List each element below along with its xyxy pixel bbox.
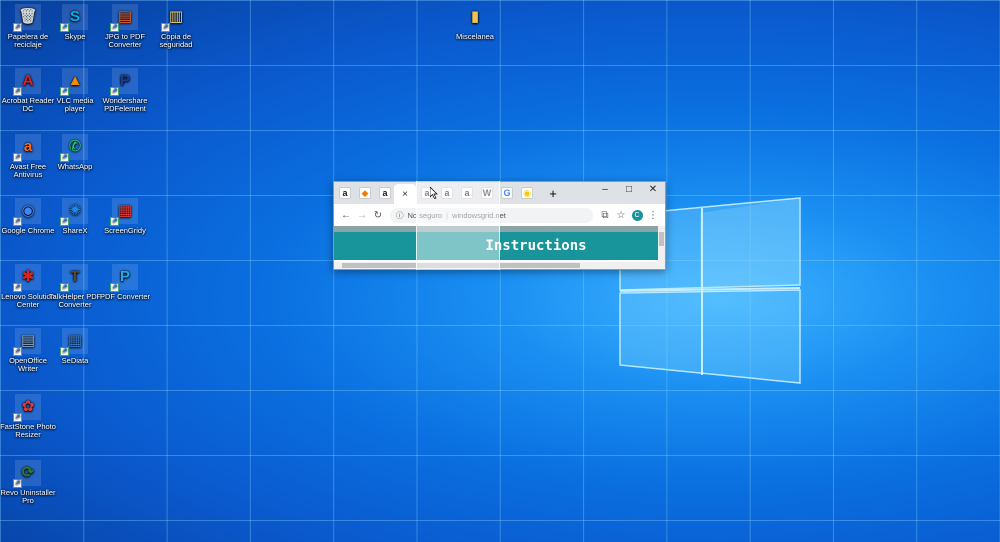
talkhelper-icon: T ↗ xyxy=(60,264,88,292)
screengridy-icon: ▦ ↗ xyxy=(110,198,138,226)
amazon-icon: a xyxy=(339,187,351,199)
shortcut-arrow-icon: ↗ xyxy=(13,413,22,422)
whatsapp-icon: ✆ ↗ xyxy=(60,134,88,162)
avast-icon: a ↗ xyxy=(13,134,41,162)
desktop-shortcut[interactable]: ✺ ↗ ShareX xyxy=(47,198,103,235)
desktop-shortcut-label: JPG to PDF Converter xyxy=(104,32,145,49)
desktop-shortcut-label: TalkHelper PDF Converter xyxy=(48,292,102,309)
openoffice-writer-icon: ▤ ↗ xyxy=(13,328,41,356)
desktop-shortcut[interactable]: P ↗ PDF Converter xyxy=(97,264,153,301)
desktop-shortcut-label: PDF Converter xyxy=(99,292,150,301)
pdf-converter-icon: P ↗ xyxy=(110,264,138,292)
jpg-to-pdf-icon: ▤ ↗ xyxy=(110,4,138,32)
shortcut-arrow-icon: ↗ xyxy=(60,347,69,356)
desktop-shortcut[interactable]: ▦ ↗ ScreenGridy xyxy=(97,198,153,235)
desktop-shortcut-label: FastStone Photo Resizer xyxy=(0,422,56,439)
shortcut-arrow-icon: ↗ xyxy=(13,347,22,356)
browser-tab[interactable]: ◉ xyxy=(518,184,536,202)
menu-kebab-icon[interactable]: ⋮ xyxy=(645,210,661,221)
window-controls: – □ ✕ xyxy=(593,182,665,204)
active-tab-close-button[interactable]: × xyxy=(394,184,416,204)
desktop-shortcut-label: Copia de seguridad xyxy=(159,32,193,49)
reload-icon[interactable]: ↻ xyxy=(370,210,386,221)
pdfelement-icon: P ↗ xyxy=(110,68,138,96)
backup-folder-icon: ▥ ↗ xyxy=(161,8,184,32)
bookmark-star-icon[interactable]: ☆ xyxy=(613,210,629,221)
desktop-shortcut[interactable]: T ↗ TalkHelper PDF Converter xyxy=(47,264,103,309)
browser-tab[interactable]: G xyxy=(498,184,516,202)
shortcut-arrow-icon: ↗ xyxy=(60,283,69,292)
desktop-shortcut-label: Revo Uninstaller Pro xyxy=(0,488,56,505)
info-icon: ⓘ xyxy=(396,210,404,220)
desktop-shortcut-label: WhatsApp xyxy=(57,162,93,171)
desktop-shortcut[interactable]: ▲ ↗ VLC media player xyxy=(47,68,103,113)
shortcut-arrow-icon: ↗ xyxy=(13,153,22,162)
grid-highlight-overlay xyxy=(416,181,500,270)
sharex-icon: ✺ ↗ xyxy=(60,198,88,226)
desktop-shortcut[interactable]: ▥ ↗ Copia de seguridad xyxy=(148,4,204,49)
recycle-bin-icon: 🗑 ↗ xyxy=(13,4,41,32)
skype-icon: S ↗ xyxy=(60,4,88,32)
shortcut-arrow-icon: ↗ xyxy=(13,23,22,32)
new-tab-button[interactable]: + xyxy=(544,184,562,202)
shell-icon: ◉ xyxy=(521,187,533,199)
desktop-shortcut-label: SeDiata xyxy=(61,356,89,365)
google-icon: G xyxy=(501,187,513,199)
desktop-shortcut[interactable]: ▤ ↗ JPG to PDF Converter xyxy=(97,4,153,49)
amazon-icon: a xyxy=(379,187,391,199)
desktop-shortcut-label: Miscelanea xyxy=(456,32,494,41)
avatar[interactable]: C xyxy=(629,209,645,221)
chrome-icon: ◉ ↗ xyxy=(13,198,41,226)
lenovo-icon: ✱ ↗ xyxy=(13,264,41,292)
shortcut-arrow-icon: ↗ xyxy=(60,217,69,226)
desktop-shortcut[interactable]: P ↗ Wondershare PDFelement xyxy=(97,68,153,113)
shortcut-arrow-icon: ↗ xyxy=(13,87,22,96)
browser-tab[interactable]: a xyxy=(336,184,354,202)
shortcut-arrow-icon: ↗ xyxy=(110,87,119,96)
minimize-button[interactable]: – xyxy=(593,182,617,204)
desktop-shortcut[interactable]: ▮ Miscelanea xyxy=(447,4,503,41)
desktop-shortcut[interactable]: ✆ ↗ WhatsApp xyxy=(47,134,103,171)
shortcut-arrow-icon: ↗ xyxy=(60,23,69,32)
desktop-shortcut[interactable]: ✿ ↗ FastStone Photo Resizer xyxy=(0,394,56,439)
desktop-shortcut[interactable]: S ↗ Skype xyxy=(47,4,103,41)
shortcut-arrow-icon: ↗ xyxy=(110,283,119,292)
shortcut-arrow-icon: ↗ xyxy=(60,153,69,162)
sediata-icon: ▦ ↗ xyxy=(60,328,88,356)
shortcut-arrow-icon: ↗ xyxy=(13,283,22,292)
browser-tab[interactable]: ◆ xyxy=(356,184,374,202)
mouse-cursor-icon xyxy=(430,187,438,199)
forward-arrow-icon[interactable]: → xyxy=(354,210,370,221)
desktop-shortcut[interactable]: ⟳ ↗ Revo Uninstaller Pro xyxy=(0,460,56,505)
shortcut-arrow-icon: ↗ xyxy=(110,217,119,226)
revo-icon: ⟳ ↗ xyxy=(13,460,41,488)
desktop-shortcut[interactable]: ▦ ↗ SeDiata xyxy=(47,328,103,365)
browser-tab[interactable]: a xyxy=(376,184,394,202)
desktop-shortcut-label: ShareX xyxy=(62,226,88,235)
desktop-shortcut-label: Skype xyxy=(64,32,86,41)
shortcut-arrow-icon: ↗ xyxy=(13,217,22,226)
back-arrow-icon[interactable]: ← xyxy=(338,210,354,221)
vlc-icon: ▲ ↗ xyxy=(60,68,88,96)
desktop-shortcut-label: VLC media player xyxy=(56,96,94,113)
shortcut-arrow-icon: ↗ xyxy=(13,479,22,488)
folder-icon: ▮ xyxy=(470,8,480,25)
shortcut-arrow-icon: ↗ xyxy=(60,87,69,96)
maximize-button[interactable]: □ xyxy=(617,182,641,204)
page-heading: Instructions xyxy=(485,238,587,254)
acrobat-icon: A ↗ xyxy=(13,68,41,96)
faststone-icon: ✿ ↗ xyxy=(13,394,41,422)
desktop-shortcut-label: Wondershare PDFelement xyxy=(102,96,148,113)
shortcut-arrow-icon: ↗ xyxy=(161,23,170,32)
close-button[interactable]: ✕ xyxy=(641,182,665,204)
desktop-shortcut-label: ScreenGridy xyxy=(104,226,146,235)
translate-icon[interactable]: ⧉ xyxy=(597,210,613,221)
diamond-icon: ◆ xyxy=(359,187,371,199)
shortcut-arrow-icon: ↗ xyxy=(110,23,119,32)
